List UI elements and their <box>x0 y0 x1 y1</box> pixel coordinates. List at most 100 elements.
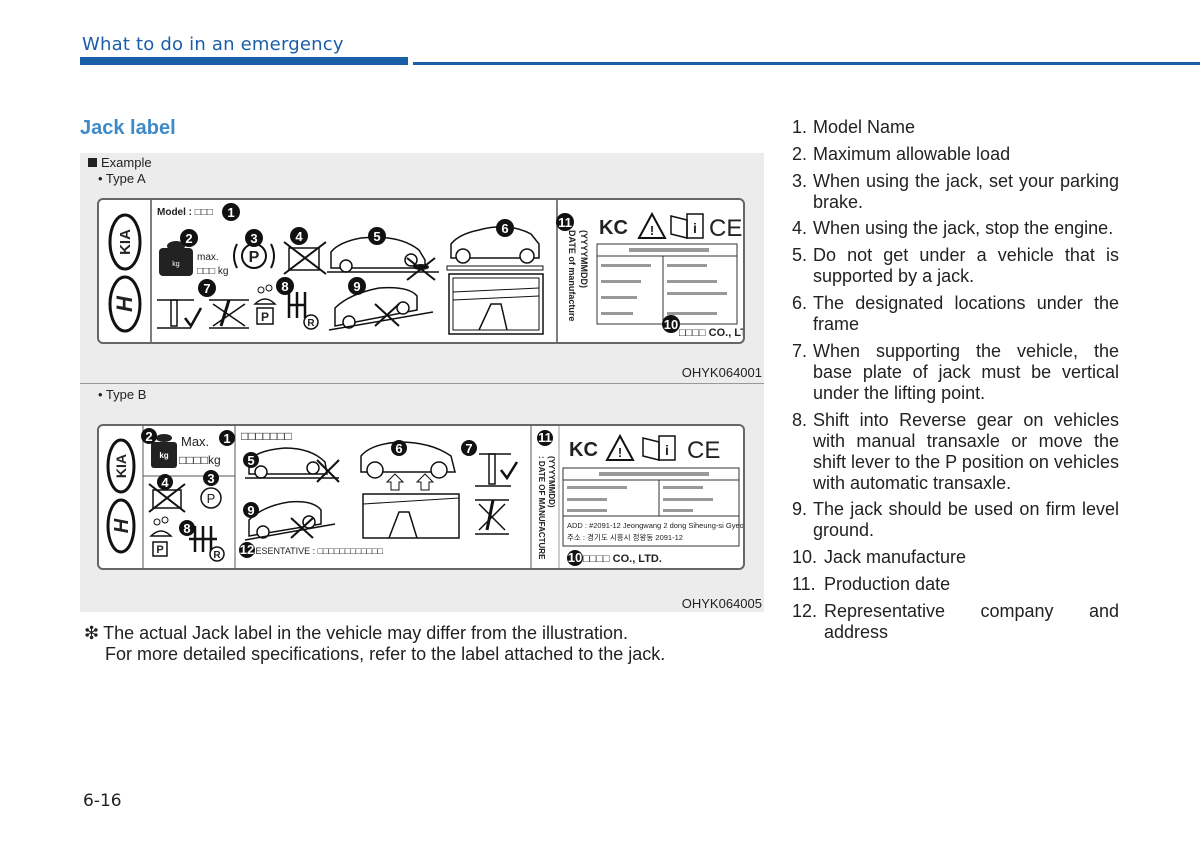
callout-5: 5 <box>243 452 259 468</box>
callout-1: 1 <box>222 203 240 221</box>
svg-text:kg: kg <box>172 261 180 268</box>
header-bar-thin <box>413 62 1200 65</box>
list-item: 1. Model Name <box>792 117 916 137</box>
callout-9: 9 <box>243 502 259 518</box>
page-number: 6-16 <box>83 791 122 811</box>
header-bar-thick <box>80 57 408 65</box>
callout-7: 7 <box>461 440 477 456</box>
square-bullet-icon <box>88 158 97 167</box>
svg-text:H: H <box>111 518 133 533</box>
svg-text:P: P <box>249 249 260 266</box>
svg-text:3: 3 <box>207 471 214 486</box>
list-item: 11. Production date <box>792 573 951 594</box>
list-item: 4. When using the jack, stop the engine. <box>792 218 1114 239</box>
svg-text:CE: CE <box>687 437 720 464</box>
callout-10: 10 <box>662 315 680 333</box>
svg-text:P: P <box>156 544 163 556</box>
svg-text:□□□□kg: □□□□kg <box>179 453 221 467</box>
svg-text:DATE of manufacture: DATE of manufacture <box>567 230 577 321</box>
list-item: 5. Do not get under a vehicle that is sup… <box>792 245 1119 287</box>
svg-text:!: ! <box>618 445 622 460</box>
svg-text:(YYYYMMDD): (YYYYMMDD) <box>547 456 556 508</box>
list-item: 10. Jack manufacture <box>792 547 967 568</box>
callout-5: 5 <box>368 227 386 245</box>
list-item: 7. When supporting the vehicle, the base … <box>792 340 1119 403</box>
type-b-image-code: OHYK064005 <box>681 596 762 611</box>
svg-text:8: 8 <box>281 279 288 294</box>
svg-text:i: i <box>665 442 669 458</box>
figure-divider <box>80 383 764 384</box>
svg-text:!: ! <box>650 223 654 238</box>
callout-6: 6 <box>391 440 407 456</box>
car-lift-points-icon <box>360 441 460 539</box>
svg-text:KC: KC <box>599 217 628 239</box>
svg-text:4: 4 <box>295 229 303 244</box>
svg-text:5: 5 <box>373 229 380 244</box>
car-lift-points-icon <box>446 226 544 335</box>
car-on-slope-icon <box>328 286 434 331</box>
svg-text:11: 11 <box>538 430 552 445</box>
svg-text:9: 9 <box>353 279 360 294</box>
callout-1: 1 <box>219 430 235 446</box>
svg-text:9: 9 <box>247 503 254 518</box>
svg-text:□□□ kg: □□□ kg <box>197 266 228 277</box>
warning-triangle-icon: ! <box>637 211 667 239</box>
manual-gear-icon: R <box>287 292 319 330</box>
svg-text:P: P <box>261 310 269 324</box>
jack-tilted-icon <box>475 499 509 535</box>
list-item: 12. Representative company and address <box>792 600 1119 642</box>
callout-3: 3 <box>203 470 219 486</box>
svg-text:7: 7 <box>203 281 210 296</box>
svg-text:(YYYYMMDD): (YYYYMMDD) <box>579 230 589 288</box>
list-item: 8. Shift into Reverse gear on vehicles wi… <box>792 409 1119 493</box>
manufacturer-name: □□□□ CO., LTD. <box>679 327 743 339</box>
svg-text:6: 6 <box>501 221 508 236</box>
model-text: Model : □□□ <box>157 207 213 218</box>
parking-brake-icon: P <box>233 243 275 269</box>
type-a-caption: • Type A <box>98 171 146 186</box>
section-header: What to do in an emergency <box>82 34 344 55</box>
svg-text:kg: kg <box>159 451 168 460</box>
kc-mark-icon: KC <box>569 439 598 461</box>
svg-text:max.: max. <box>197 252 219 263</box>
jack-vertical-icon <box>157 299 203 329</box>
svg-text:10: 10 <box>664 317 678 332</box>
svg-text:CE: CE <box>709 215 742 242</box>
svg-text:KC: KC <box>569 439 598 461</box>
type-b-label-drawing: KIA H kg Max. □□□□kg P P R □□□□□□□ RESEN… <box>106 426 743 568</box>
label-legend-list: 1. Model Name 2. Maximum allowable load 3.… <box>792 117 1119 649</box>
svg-text:i: i <box>693 220 697 236</box>
svg-text:P: P <box>207 491 216 506</box>
callout-4: 4 <box>290 227 308 245</box>
type-a-label-drawing: KIA H Model : □□□ kg max. □□□ kg P P R D… <box>108 200 743 342</box>
callout-2: 2 <box>180 229 198 247</box>
model-boxes: □□□□□□□ <box>241 429 292 443</box>
callout-2: 2 <box>141 428 157 444</box>
representative-text: RESENTATIVE : □□□□□□□□□□□□ <box>249 546 383 556</box>
manual-book-icon: i <box>642 435 676 461</box>
svg-text:6: 6 <box>395 441 402 456</box>
callout-6: 6 <box>496 219 514 237</box>
callout-10: 10 <box>567 550 583 566</box>
kc-mark-icon: KC <box>599 217 628 239</box>
svg-text:: DATE OF MANUFACTURE: : DATE OF MANUFACTURE <box>537 456 546 560</box>
callout-8: 8 <box>276 277 294 295</box>
svg-text:2: 2 <box>185 231 192 246</box>
address-kr: 주소 : 경기도 시흥시 정왕동 2091-12 <box>567 532 683 542</box>
svg-text:R: R <box>307 318 315 329</box>
svg-text:1: 1 <box>227 205 234 220</box>
callout-8: 8 <box>179 520 195 536</box>
page-title: Jack label <box>80 117 176 139</box>
example-caption: Example <box>88 155 152 170</box>
manufacturer-name: □□□□ CO., LTD. <box>583 553 662 565</box>
parking-brake-icon: P <box>200 487 222 509</box>
callout-12: 12 <box>239 542 255 558</box>
svg-text:3: 3 <box>250 231 257 246</box>
list-item: 9. The jack should be used on firm level … <box>792 499 1119 541</box>
hyundai-logo-icon: H <box>106 498 136 554</box>
callout-11: 11 <box>556 213 574 231</box>
list-item: 2. Maximum allowable load <box>792 143 1011 164</box>
svg-text:KIA: KIA <box>113 454 129 478</box>
type-a-label: KIA H Model : □□□ kg max. □□□ kg P P R D… <box>97 198 745 344</box>
address-en: ADD : #2091-12 Jeongwang 2 dong Siheung-… <box>567 521 743 530</box>
